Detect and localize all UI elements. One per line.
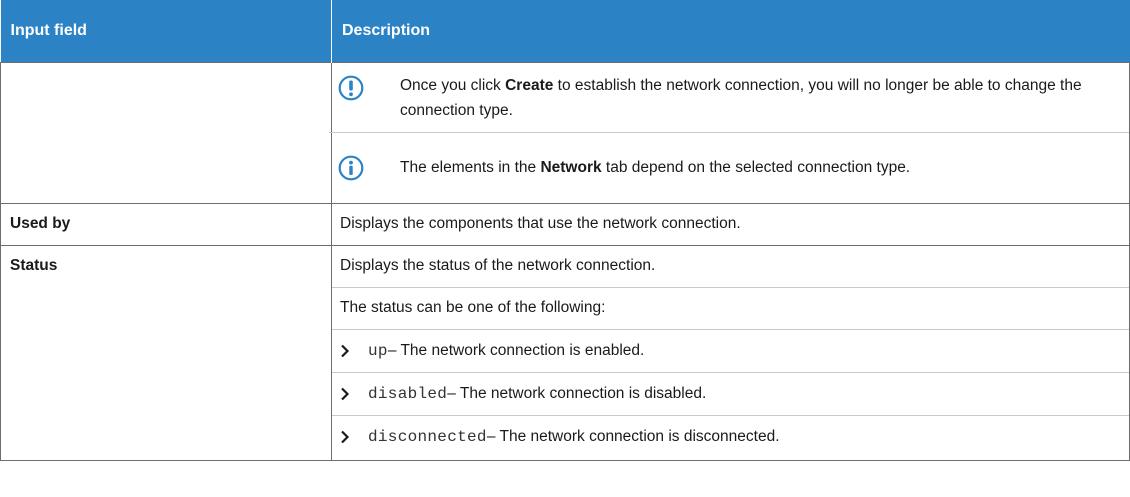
header-description: Description xyxy=(331,0,1130,62)
status-text-disabled: – The network connection is disabled. xyxy=(447,384,707,402)
used-by-text: Displays the components that use the net… xyxy=(340,215,741,232)
status-code-disabled: disabled xyxy=(368,384,448,403)
warning-note-text: Once you click Create to establish the n… xyxy=(400,76,1082,119)
field-used-by: Used by xyxy=(0,202,332,246)
status-item-disconnected: disconnected – The network connection is… xyxy=(332,416,1129,459)
input-field-table: Input field Description Once you click C… xyxy=(0,0,1130,461)
status-code-disconnected: disconnected xyxy=(368,428,487,446)
table-row-status: Status Displays the status of the networ… xyxy=(0,244,1130,461)
status-code-up: up xyxy=(368,341,388,360)
table-row-used-by: Used by Displays the components that use… xyxy=(0,202,1130,246)
notes-cell: Once you click Create to establish the n… xyxy=(329,61,1130,204)
empty-field-cell xyxy=(0,61,332,204)
field-status: Status xyxy=(0,244,332,461)
status-text-disconnected: – The network connection is disconnected… xyxy=(486,428,780,445)
status-item-disabled: disabled – The network connection is dis… xyxy=(332,373,1129,416)
status-text-up: – The network connection is enabled. xyxy=(387,341,645,359)
description-used-by: Displays the components that use the net… xyxy=(331,202,1130,246)
description-status: Displays the status of the network conne… xyxy=(331,244,1130,461)
status-intro: The status can be one of the following: xyxy=(332,288,1129,330)
status-description: Displays the status of the network conne… xyxy=(332,246,1129,288)
chevron-right-icon xyxy=(340,430,368,444)
info-note: The elements in the Network tab depend o… xyxy=(329,133,1129,203)
chevron-right-icon xyxy=(340,387,368,401)
table-header-row: Input field Description xyxy=(0,0,1130,62)
header-input-field: Input field xyxy=(0,0,332,62)
warning-note: Once you click Create to establish the n… xyxy=(329,63,1129,133)
status-item-up: up – The network connection is enabled. xyxy=(332,330,1129,373)
warning-icon xyxy=(329,73,373,101)
info-note-text: The elements in the Network tab depend o… xyxy=(400,159,911,176)
table-row-notes: Once you click Create to establish the n… xyxy=(0,61,1130,204)
info-icon xyxy=(329,155,373,181)
chevron-right-icon xyxy=(340,344,368,358)
